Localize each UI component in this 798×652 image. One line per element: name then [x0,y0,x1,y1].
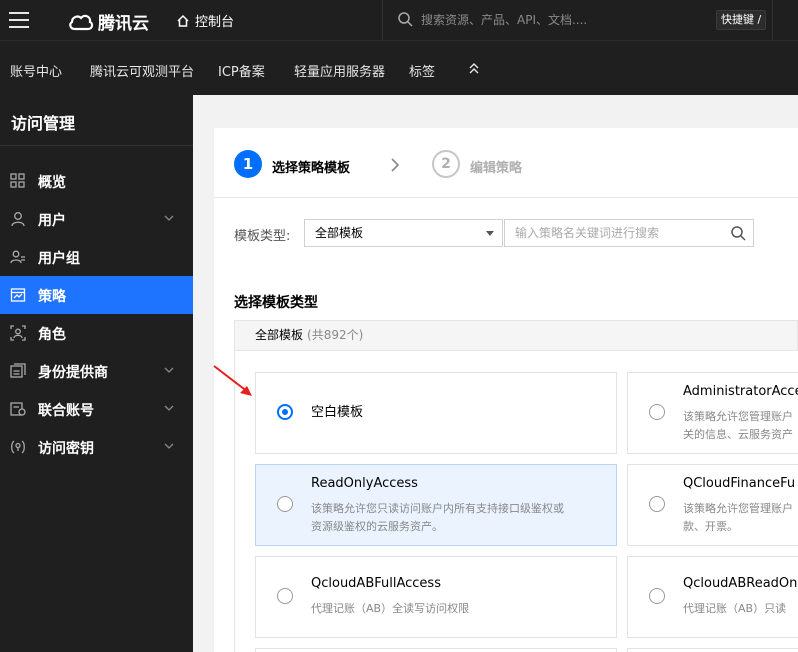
sidebar-item-label: 用户 [38,213,66,229]
shortcut-badge[interactable]: 快捷键 / [716,10,767,30]
template-type-select[interactable]: 全部模板 [304,219,503,247]
template-card-readonly[interactable]: ReadOnlyAccess 该策略允许您只读访问账户内所有支持接口级鉴权或 资… [255,464,617,546]
sidebar-item-label: 角色 [38,327,66,343]
template-desc: 代理记账（AB）全读写访问权限 [311,602,470,615]
annotation-arrow-icon [213,365,252,396]
nav-tags[interactable]: 标签 [409,61,435,80]
overview-icon [10,173,25,188]
template-card-partial[interactable] [627,648,798,652]
sidebar-item-label: 用户组 [38,251,80,267]
template-radio[interactable] [277,588,293,604]
tencent-cloud-logo[interactable]: 腾讯云 [68,9,149,34]
search-placeholder: 搜索资源、产品、API、文档.... [421,13,588,27]
step-1-label: 选择策略模板 [272,161,351,176]
all-templates-label: 全部模板 [255,328,304,342]
console-home-link[interactable]: 控制台 [176,11,234,30]
role-icon [10,325,26,341]
sidebar-item-access-keys[interactable]: 访问密钥 [0,428,193,466]
cloud-logo-icon [69,14,94,30]
chevron-down-icon [164,215,174,221]
template-desc: 该策略允许您管理账户 [683,502,793,515]
template-type-value: 全部模板 [315,226,364,240]
sidebar-item-overview[interactable]: 概览 [0,162,193,200]
template-radio[interactable] [277,404,293,420]
template-name: AdministratorAcce [683,384,798,399]
sidebar: 访问管理 概览 用户 用户组 策略 角色 身份提供商 联合账号 访问密钥 [0,95,193,652]
home-icon [177,14,189,27]
template-card-blank[interactable]: 空白模板 [255,372,617,454]
template-desc: 该策略允许您管理账户 [683,410,793,423]
template-desc: 资源级鉴权的云服务资产。 [311,520,443,533]
caret-down-icon [486,231,494,236]
sidebar-item-label: 策略 [38,289,66,305]
template-radio[interactable] [277,496,293,512]
step-1-indicator: 1 [234,150,262,178]
user-group-icon [10,250,25,264]
template-desc: 代理记账（AB）只读 [683,602,787,615]
hamburger-menu-icon[interactable] [9,12,29,28]
logo-text: 腾讯云 [98,14,149,34]
nav-account-center[interactable]: 账号中心 [10,61,62,80]
search-icon [398,12,413,27]
sidebar-title: 访问管理 [11,114,76,133]
all-templates-header[interactable]: 全部模板 (共892个) [234,320,798,351]
template-radio[interactable] [649,404,665,420]
quick-nav-bar: 账号中心 腾讯云可观测平台 ICP备案 轻量应用服务器 标签 [0,40,798,95]
sidebar-item-user-groups[interactable]: 用户组 [0,238,193,276]
policy-keyword-search-input[interactable]: 输入策略名关键词进行搜索 [504,219,754,247]
search-icon[interactable] [731,226,746,241]
template-card-ab-full[interactable]: QcloudABFullAccess 代理记账（AB）全读写访问权限 [255,556,617,638]
sidebar-item-roles[interactable]: 角色 [0,314,193,352]
template-type-label: 模板类型: [234,229,291,244]
template-desc: 款、开票。 [683,520,738,533]
nav-observability-platform[interactable]: 腾讯云可观测平台 [90,61,194,80]
divider [214,197,798,198]
template-name: QcloudABReadOn [683,576,798,591]
template-name: QcloudABFullAccess [311,576,441,591]
template-count: (共892个) [307,328,364,342]
chevron-down-icon [164,443,174,449]
step-2-label: 编辑策略 [470,161,523,176]
policy-icon [10,288,26,302]
sidebar-item-label: 身份提供商 [38,365,108,381]
template-name: QCloudFinanceFu [683,476,796,491]
console-label: 控制台 [195,15,235,30]
template-name: 空白模板 [311,405,364,420]
template-card-administrator[interactable]: AdministratorAcce 该策略允许您管理账户 关的信息、云服务资产 [627,372,798,454]
nav-icp-filing[interactable]: ICP备案 [218,61,265,80]
access-key-icon [11,440,25,454]
global-search[interactable]: 搜索资源、产品、API、文档.... [398,11,587,28]
template-name: ReadOnlyAccess [311,476,418,491]
template-desc: 关的信息、云服务资产 [683,428,793,441]
sidebar-item-identity-providers[interactable]: 身份提供商 [0,352,193,390]
sidebar-item-label: 访问密钥 [38,441,94,457]
sidebar-item-federated-accounts[interactable]: 联合账号 [0,390,193,428]
top-bar: 腾讯云 控制台 搜索资源、产品、API、文档.... 快捷键 / [0,0,798,40]
template-card-finance[interactable]: QCloudFinanceFu 该策略允许您管理账户 款、开票。 [627,464,798,546]
section-title: 选择模板类型 [234,295,318,311]
divider [772,0,773,40]
nav-lighthouse[interactable]: 轻量应用服务器 [294,61,385,80]
template-card-partial[interactable] [255,648,617,652]
template-radio[interactable] [649,588,665,604]
template-card-ab-readonly[interactable]: QcloudABReadOn 代理记账（AB）只读 [627,556,798,638]
divider [382,0,383,40]
template-radio[interactable] [649,496,665,512]
template-desc: 该策略允许您只读访问账户内所有支持接口级鉴权或 [311,502,564,515]
sidebar-item-users[interactable]: 用户 [0,200,193,238]
collapse-up-icon[interactable] [468,61,480,75]
federated-account-icon [10,402,26,416]
chevron-down-icon [164,367,174,373]
chevron-right-icon [391,158,400,172]
sidebar-item-label: 联合账号 [38,403,94,419]
step-2-indicator: 2 [432,150,460,178]
sidebar-item-label: 概览 [38,175,66,191]
keyword-placeholder: 输入策略名关键词进行搜索 [515,226,660,240]
user-icon [11,212,25,227]
sidebar-item-policies[interactable]: 策略 [0,276,193,314]
chevron-down-icon [164,405,174,411]
divider [0,145,193,146]
identity-provider-icon [10,363,26,378]
